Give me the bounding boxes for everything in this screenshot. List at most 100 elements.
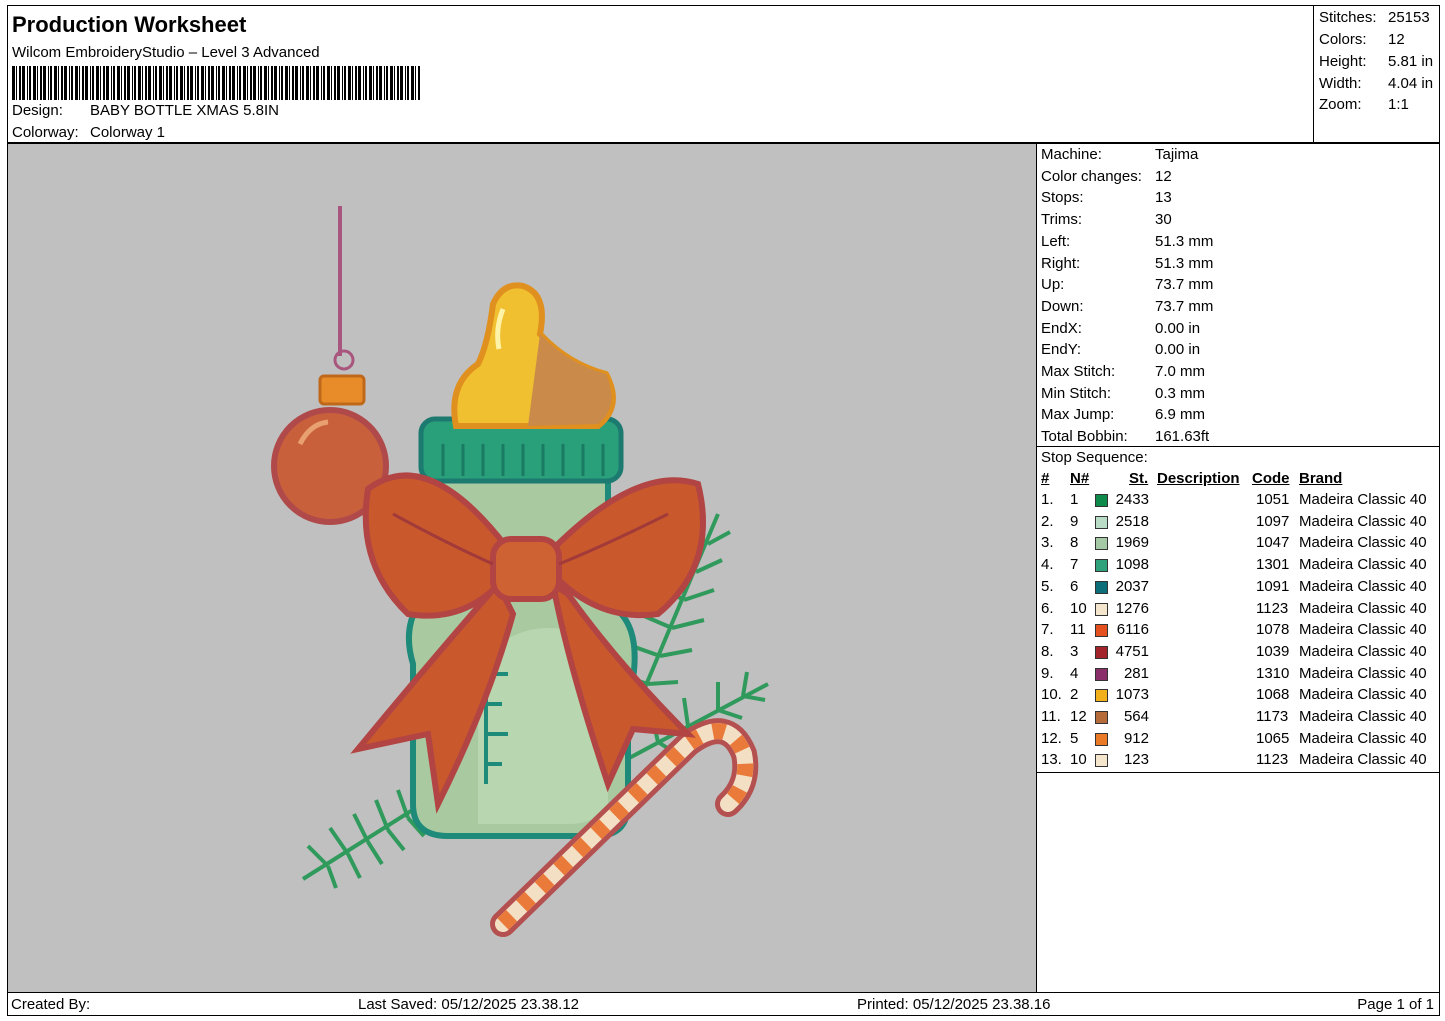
machine-setting-label: Up: [1041, 276, 1065, 294]
thread-code: 1310 [1256, 664, 1290, 682]
stitch-count: 564 [1123, 708, 1149, 725]
row-number: 3. [1041, 534, 1054, 552]
thread-brand: Madeira Classic 40 [1299, 729, 1427, 747]
col-header-code: Code [1252, 470, 1290, 487]
needle-number: 7 [1070, 556, 1079, 574]
machine-setting-label: Min Stitch: [1041, 384, 1112, 402]
thread-color-swatch [1095, 602, 1108, 616]
row-number: 8. [1041, 642, 1054, 660]
col-header-stitches: St. [1129, 470, 1149, 487]
machine-setting-value: 6.9 mm [1155, 406, 1206, 424]
thread-brand: Madeira Classic 40 [1299, 708, 1427, 725]
needle-number: 12 [1070, 708, 1087, 725]
needle-number: 9 [1070, 512, 1079, 530]
row-number: 11. [1041, 708, 1061, 725]
zoom-label: Zoom: [1319, 96, 1362, 113]
machine-setting-label: EndX: [1041, 319, 1082, 337]
thread-brand: Madeira Classic 40 [1299, 621, 1427, 639]
machine-setting-value: 0.00 in [1155, 319, 1201, 337]
page-title: Production Worksheet [12, 12, 247, 37]
row-number: 5. [1041, 577, 1054, 595]
needle-number: 1 [1070, 491, 1079, 508]
stitch-count: 2433 [1115, 491, 1149, 508]
stitch-count: 281 [1123, 664, 1149, 682]
thread-brand: Madeira Classic 40 [1299, 577, 1427, 595]
thread-code: 1068 [1256, 686, 1290, 704]
stitch-count: 4751 [1115, 642, 1149, 660]
thread-brand: Madeira Classic 40 [1299, 664, 1427, 682]
thread-code: 1051 [1256, 491, 1290, 508]
col-header-needle: N# [1070, 470, 1090, 487]
col-header-description: Description [1157, 470, 1240, 487]
col-header-brand: Brand [1299, 470, 1343, 487]
thread-color-swatch [1095, 689, 1108, 703]
stitch-count: 1276 [1115, 599, 1149, 617]
design-preview [7, 143, 1037, 993]
software-name: Wilcom EmbroideryStudio – Level 3 Advanc… [12, 44, 320, 61]
design-name: BABY BOTTLE XMAS 5.8IN [90, 102, 279, 119]
machine-setting-label: Trims: [1041, 211, 1083, 229]
design-label: Design: [12, 102, 63, 119]
width-value: 4.04 in [1388, 75, 1434, 92]
machine-setting-label: Right: [1041, 254, 1081, 272]
row-number: 10. [1041, 686, 1062, 704]
thread-code: 1097 [1256, 512, 1290, 530]
thread-code: 1091 [1256, 577, 1290, 595]
colors-value: 12 [1388, 31, 1405, 48]
stitch-count: 123 [1123, 751, 1149, 769]
row-number: 9. [1041, 664, 1054, 682]
machine-setting-label: Total Bobbin: [1041, 428, 1128, 446]
thread-color-swatch [1095, 624, 1108, 638]
machine-setting-value: 51.3 mm [1155, 254, 1214, 272]
thread-brand: Madeira Classic 40 [1299, 599, 1427, 617]
machine-setting-value: 161.63ft [1155, 428, 1210, 446]
needle-number: 3 [1070, 642, 1079, 660]
thread-color-swatch [1095, 711, 1108, 724]
height-value: 5.81 in [1388, 53, 1434, 70]
embroidery-design-image [271, 206, 769, 937]
thread-code: 1047 [1256, 534, 1290, 552]
stitches-value: 25153 [1388, 9, 1430, 26]
stop-sequence-title: Stop Sequence: [1041, 449, 1148, 466]
thread-brand: Madeira Classic 40 [1299, 491, 1427, 508]
machine-setting-value: 51.3 mm [1155, 232, 1214, 250]
thread-code: 1065 [1256, 729, 1290, 747]
width-label: Width: [1319, 75, 1362, 92]
thread-code: 1123 [1256, 599, 1289, 617]
machine-setting-value: 13 [1155, 189, 1172, 207]
machine-setting-label: Machine: [1041, 146, 1102, 163]
machine-setting-value: 73.7 mm [1155, 276, 1214, 294]
machine-setting-label: Stops: [1041, 189, 1084, 207]
machine-setting-label: Color changes: [1041, 167, 1142, 185]
colors-label: Colors: [1319, 31, 1367, 48]
zoom-value: 1:1 [1388, 96, 1409, 113]
thread-brand: Madeira Classic 40 [1299, 686, 1427, 704]
panel-divider [1037, 446, 1439, 447]
row-number: 13. [1041, 751, 1062, 769]
stitch-count: 1969 [1115, 534, 1149, 552]
thread-color-swatch [1095, 580, 1108, 594]
needle-number: 2 [1070, 686, 1079, 704]
thread-code: 1039 [1256, 642, 1290, 660]
needle-number: 10 [1070, 751, 1087, 769]
thread-brand: Madeira Classic 40 [1299, 512, 1427, 530]
thread-color-swatch [1095, 559, 1108, 573]
stitch-count: 1073 [1115, 686, 1149, 704]
row-number: 7. [1041, 621, 1054, 639]
needle-number: 5 [1070, 729, 1079, 747]
thread-color-swatch [1095, 537, 1108, 551]
colorway-name: Colorway 1 [90, 124, 166, 141]
needle-number: 8 [1070, 534, 1079, 552]
thread-brand: Madeira Classic 40 [1299, 751, 1427, 769]
thread-color-swatch [1095, 754, 1108, 768]
thread-color-swatch [1095, 515, 1108, 529]
row-number: 4. [1041, 556, 1054, 574]
barcode-image [12, 66, 420, 100]
worksheet-footer: Created By: Last Saved: 05/12/2025 23.38… [7, 992, 1440, 1016]
machine-info-panel: Machine: Tajima Color changes: 12 Stops: 13 Tr… [1036, 143, 1440, 993]
thread-brand: Madeira Classic 40 [1299, 556, 1427, 574]
created-by: Created By: [11, 996, 91, 1013]
design-stats: Stitches: 25153 Colors: 12 Height: 5.81 … [1313, 5, 1440, 143]
stitch-count: 6116 [1116, 621, 1149, 639]
stitch-count: 2037 [1115, 577, 1149, 595]
